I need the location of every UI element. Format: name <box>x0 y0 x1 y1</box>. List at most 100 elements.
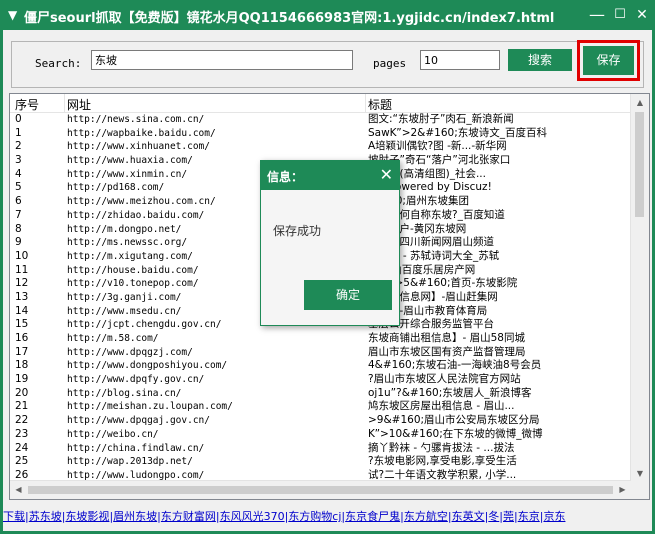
keyword-link[interactable]: 东方购物cj <box>288 510 341 523</box>
scroll-up-icon[interactable]: ▲ <box>631 94 649 111</box>
row-url: http://www.dpqgaj.gov.cn/ <box>67 415 210 427</box>
row-title: ?#160;眉州东坡集团 <box>368 195 469 208</box>
row-index: 15 <box>15 318 29 331</box>
close-icon[interactable]: ✕ <box>632 5 652 25</box>
row-index: 16 <box>15 332 29 344</box>
keyword-link[interactable]: 东英文 <box>452 510 485 523</box>
scroll-right-icon[interactable]: ▶ <box>614 481 631 499</box>
vertical-scroll-thumb[interactable] <box>635 112 644 217</box>
row-title: ?东坡电影网,享受电影,享受生活 <box>368 455 517 468</box>
table-row[interactable]: 2 http://www.xinhuanet.com/A培颖训偶钦?图 -新...… <box>10 140 631 154</box>
row-title: 坛 - Powered by Discuz! <box>368 181 492 194</box>
row-url: http://weibo.cn/ <box>67 428 159 440</box>
pages-label: pages <box>373 57 407 70</box>
row-title: 东坡门户-黄冈东坡网 <box>368 222 467 235</box>
row-index: 3 <box>15 154 22 167</box>
row-index: 20 <box>15 386 29 399</box>
table-row[interactable]: 0 http://news.sina.com.cn/图文:“东坡肘子”肉石_新浪新… <box>10 113 631 127</box>
column-divider[interactable] <box>365 94 366 112</box>
pages-input[interactable] <box>420 50 500 70</box>
table-row[interactable]: 18 http://www.dongposhiyou.com/4&#160;东坡石… <box>10 359 631 373</box>
scroll-left-icon[interactable]: ◀ <box>10 481 27 499</box>
keyword-link[interactable]: 冬 <box>488 510 499 523</box>
row-title: 眉山市东坡区国有资产监督管理局 <box>368 345 526 358</box>
row-url: http://china.findlaw.cn/ <box>67 442 205 454</box>
horizontal-scroll-thumb[interactable] <box>28 486 613 494</box>
search-button[interactable]: 搜索 <box>508 49 572 71</box>
row-index: 21 <box>15 400 29 413</box>
horizontal-scrollbar[interactable]: ◀ ▶ <box>10 480 631 499</box>
row-url: http://meishan.zu.loupan.com/ <box>67 401 233 413</box>
table-row[interactable]: 21 http://meishan.zu.loupan.com/鸠东坡区房屋出租信… <box>10 400 631 414</box>
row-title: 基层公开综合服务监管平台 <box>368 318 494 331</box>
keyword-link-bar: 下载|苏东坡|东坡影视|眉州东坡|东方财富网|东风风光370|东方购物cj|东京… <box>3 508 652 526</box>
scrollbar-corner <box>631 481 649 499</box>
row-url: http://www.dpqgzj.com/ <box>67 346 193 358</box>
table-row[interactable]: 24 http://china.findlaw.cn/摘丫黔袜 - 勺骡肯拔法 -… <box>10 442 631 456</box>
row-index: 8 <box>15 222 22 235</box>
row-title: 东坡区-眉山市教育体育局 <box>368 304 488 317</box>
table-row[interactable]: 22 http://www.dpqgaj.gov.cn/ >9&#160;眉山市公安… <box>10 414 631 428</box>
keyword-link[interactable]: 东京 <box>518 510 540 523</box>
keyword-link[interactable]: 莞 <box>503 510 514 523</box>
info-dialog: 信息： ✕ 保存成功 确定 <box>260 160 400 326</box>
row-title: 图文:“东坡肘子”肉石_新浪新闻 <box>368 113 514 125</box>
app-icon: ▼ <box>8 8 18 22</box>
window-title: 僵尸seourl抓取【免费版】镜花水月QQ1154666983官网:1.ygji… <box>24 11 555 26</box>
table-row[interactable]: 25 http://wap.2013dp.net/ ?东坡电影网,享受电影,享受生活 <box>10 455 631 469</box>
row-title: >9&#160;眉山市公安局东坡区分局 <box>368 414 540 427</box>
row-title: oj1u”?&#160;东坡居人_新浪博客 <box>368 386 532 399</box>
row-index: 5 <box>15 181 22 194</box>
row-index: 4 <box>15 167 22 180</box>
column-header-url[interactable]: 网址 <box>67 96 91 113</box>
keyword-link[interactable]: 下载 <box>3 510 25 523</box>
search-label: Search: <box>35 57 82 70</box>
keyword-link[interactable]: 东方航空 <box>404 510 448 523</box>
keyword-link[interactable]: 京东 <box>543 510 565 523</box>
row-title: K”>10&#160;在下东坡的微博_微博 <box>368 427 543 440</box>
row-index: 9 <box>15 236 22 249</box>
minimize-icon[interactable]: — <box>587 5 607 25</box>
scroll-down-icon[interactable]: ▼ <box>631 465 649 482</box>
keyword-link[interactable]: 东坡影视 <box>65 510 109 523</box>
row-index: 2 <box>15 140 22 153</box>
table-row[interactable]: 16 http://m.58.com/东坡商铺出租信息】- 眉山58同城 <box>10 332 631 346</box>
column-header-index[interactable]: 序号 <box>15 96 39 113</box>
row-index: 23 <box>15 427 29 440</box>
keyword-link[interactable]: 东风风光370 <box>220 510 285 523</box>
column-divider[interactable] <box>64 94 65 112</box>
row-index: 13 <box>15 290 29 303</box>
search-input[interactable] <box>91 50 353 70</box>
column-header-title[interactable]: 标题 <box>368 96 392 113</box>
row-index: 18 <box>15 359 29 372</box>
table-row[interactable]: 20 http://blog.sina.cn/oj1u”?&#160;东坡居人_新… <box>10 387 631 401</box>
row-url: http://www.dpqfy.gov.cn/ <box>67 374 205 386</box>
table-row[interactable]: 23 http://weibo.cn/K”>10&#160;在下东坡的微博_微博 <box>10 428 631 442</box>
keyword-link[interactable]: 苏东坡 <box>29 510 62 523</box>
row-title: 坡肘子”奇石“落户”河北张家口 <box>368 154 511 167</box>
row-title: 苏东坡 - 苏轼诗词大全_苏轼 <box>368 249 500 262</box>
row-index: 22 <box>15 414 29 427</box>
confirm-button[interactable]: 确定 <box>304 280 392 310</box>
row-url: http://news.sina.com.cn/ <box>67 114 205 125</box>
row-url: http://wapbaike.baidu.com/ <box>67 127 216 139</box>
row-index: 14 <box>15 304 29 317</box>
table-row[interactable]: 17 http://www.dpqgzj.com/眉山市东坡区国有资产监督管理局 <box>10 346 631 360</box>
table-row[interactable]: 19 http://www.dpqfy.gov.cn/ ?眉山市东坡区人民法院官方网… <box>10 373 631 387</box>
save-button[interactable]: 保存 <box>583 46 634 75</box>
dialog-message: 保存成功 <box>273 224 322 238</box>
row-title: ORA”>5&#160;首页-东坡影院 <box>368 277 518 290</box>
row-url: http://wap.2013dp.net/ <box>67 456 193 468</box>
vertical-scrollbar[interactable]: ▲ ▼ <box>630 94 649 482</box>
keyword-link[interactable]: 东京食尸鬼 <box>345 510 400 523</box>
keyword-link[interactable]: 眉州东坡 <box>113 510 157 523</box>
row-url: http://blog.sina.cn/ <box>67 387 182 399</box>
row-index: 24 <box>15 441 29 454</box>
row-title: SawK”>2&#160;东坡诗文_百度百科 <box>368 126 547 139</box>
dialog-close-icon[interactable]: ✕ <box>380 165 393 184</box>
row-index: 25 <box>15 455 29 468</box>
maximize-icon[interactable]: ☐ <box>610 5 630 25</box>
keyword-link[interactable]: 东方财富网 <box>161 510 216 523</box>
table-row[interactable]: 1 http://wapbaike.baidu.com/SawK”>2&#160;… <box>10 127 631 141</box>
table-header: 序号 网址 标题 <box>10 94 631 113</box>
